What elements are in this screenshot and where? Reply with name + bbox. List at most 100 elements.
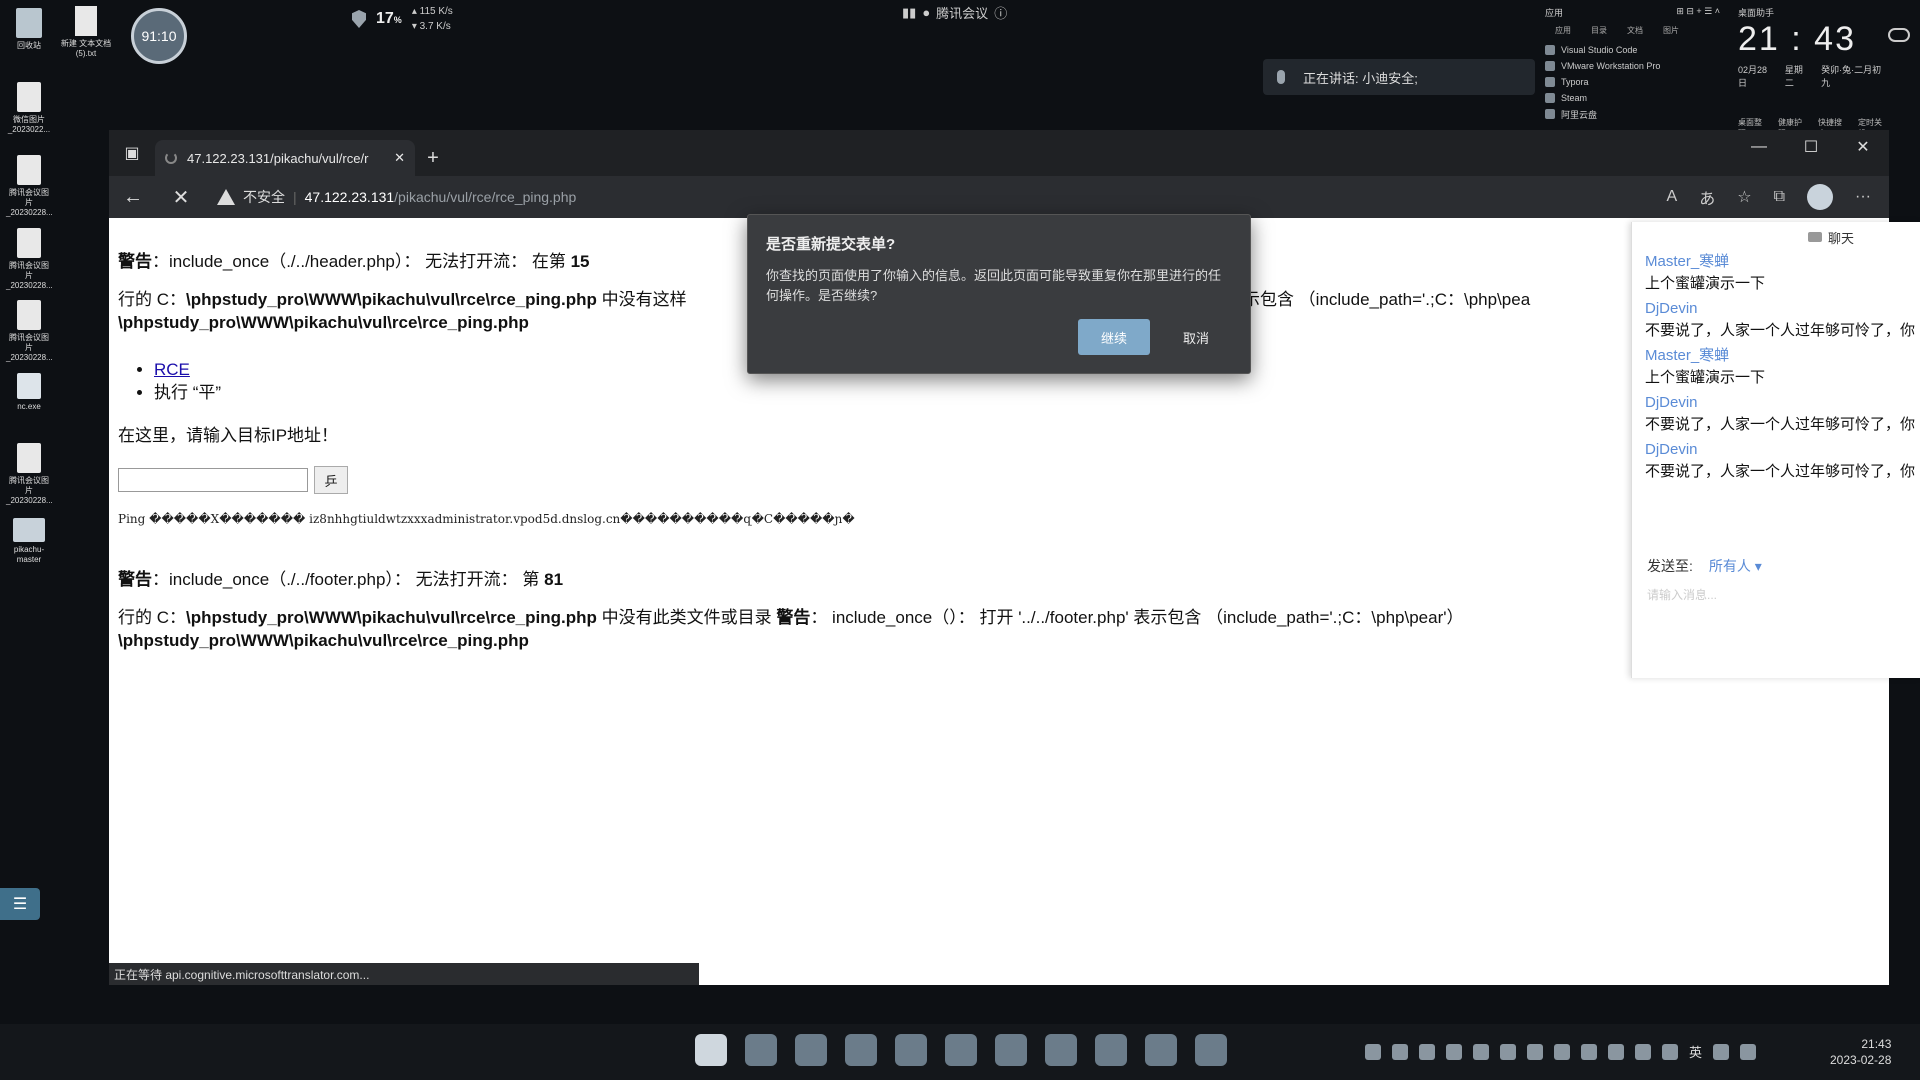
translate-icon[interactable]: あ <box>1699 185 1715 209</box>
send-to: 发送至: 所有人 ▾ <box>1647 558 1762 574</box>
microphone-icon <box>1277 70 1285 84</box>
read-aloud-icon[interactable]: A <box>1667 188 1678 206</box>
desktop-file-icon[interactable]: 腾讯会议图片_20230228... <box>6 443 53 506</box>
tray-icon[interactable] <box>1365 1043 1381 1060</box>
continue-button[interactable]: 继续 <box>1078 319 1150 355</box>
start-icon[interactable] <box>695 1034 727 1066</box>
tray-icon[interactable] <box>1527 1043 1543 1060</box>
warning-line-4: 警告：include_once（./../footer.php）： 无法打开流：… <box>118 570 564 589</box>
taskbar-app-icon[interactable] <box>1045 1034 1077 1066</box>
list-item: 执行 “平” <box>154 381 221 404</box>
mic-tray-icon[interactable] <box>1662 1043 1678 1060</box>
taskbar-app-icon[interactable] <box>895 1034 927 1066</box>
signal-icon: ▮▮ <box>902 4 917 20</box>
tray-icon[interactable] <box>1419 1043 1435 1060</box>
cancel-button[interactable]: 取消 <box>1160 319 1232 355</box>
favorite-icon[interactable]: ☆ <box>1737 187 1751 207</box>
app-vscode[interactable]: Visual Studio Code <box>1545 42 1720 58</box>
app-aliyun[interactable]: 阿里云盘 <box>1545 106 1720 122</box>
chat-message: DjDevin 不要说了，人家一个人过年够可怜了，你 <box>1645 300 1916 339</box>
timer-widget[interactable]: 91:10 <box>131 8 187 64</box>
clock-widget: 桌面助手 21 : 43 02月28日 星期二 癸卯·兔·二月初九 桌面整理 健… <box>1738 6 1888 139</box>
system-tray: 英 <box>1365 1042 1757 1061</box>
close-window-button[interactable]: ✕ <box>1837 130 1889 164</box>
collections-icon[interactable]: ⧉ <box>1774 188 1785 206</box>
speaking-indicator: 正在讲话: 小迪安全; <box>1263 59 1535 95</box>
ime-indicator[interactable]: 英 <box>1689 1042 1702 1061</box>
tray-icon[interactable] <box>1554 1043 1570 1060</box>
ip-prompt: 在这里，请输入目标IP地址！ <box>118 426 339 445</box>
widget-tab[interactable]: 文档 <box>1627 25 1643 36</box>
send-to-dropdown[interactable]: 所有人 ▾ <box>1709 558 1762 574</box>
meeting-dot-icon: ● <box>922 5 931 20</box>
warning-line-6: \phpstudy_pro\WWW\pikachu\vul\rce\rce_pi… <box>118 631 529 650</box>
profile-avatar[interactable] <box>1807 184 1834 210</box>
tray-icon[interactable] <box>1446 1043 1462 1060</box>
desktop-file-icon[interactable]: 腾讯会议图片_20230228... <box>6 228 53 291</box>
widget-tab[interactable]: 图片 <box>1663 25 1679 36</box>
meeting-title[interactable]: ▮▮ ● 腾讯会议 ⓘ <box>902 3 1007 22</box>
dialog-title: 是否重新提交表单? <box>766 236 896 253</box>
steam-icon <box>1545 93 1555 103</box>
tray-icon[interactable] <box>1473 1043 1489 1060</box>
widget-tab[interactable]: 目录 <box>1591 25 1607 36</box>
desktop-file-icon[interactable]: 微信图片_2023022... <box>6 82 52 135</box>
app-vmware[interactable]: VMware Workstation Pro <box>1545 58 1720 74</box>
taskbar-app-icon[interactable] <box>1195 1034 1227 1066</box>
taskbar-app-icon[interactable] <box>1145 1034 1177 1066</box>
warning-line-5: 行的 C：\phpstudy_pro\WWW\pikachu\vul\rce\r… <box>118 608 1464 627</box>
text-file-icon[interactable]: 新建 文本文档 (5).txt <box>58 6 114 59</box>
edge-icon[interactable] <box>795 1034 827 1066</box>
folder-icon[interactable]: pikachu-master <box>6 518 52 565</box>
browser-titlebar: ▣ 47.122.23.131/pikachu/vul/rce/r ✕ + — … <box>109 130 1889 176</box>
chat-message: DjDevin 不要说了，人家一个人过年够可怜了，你 <box>1645 441 1916 480</box>
status-bar: 正在等待 api.cognitive.microsofttranslator.c… <box>109 963 699 985</box>
volume-icon[interactable] <box>1740 1043 1757 1060</box>
taskbar: 英 21:43 2023-02-28 <box>0 1024 1920 1080</box>
tray-icon[interactable] <box>1608 1043 1624 1060</box>
new-tab-button[interactable]: + <box>415 140 451 176</box>
more-icon[interactable]: ··· <box>1855 188 1871 206</box>
chat-input[interactable]: 请输入消息... <box>1647 586 1717 603</box>
taskbar-app-icon[interactable] <box>845 1034 877 1066</box>
taskbar-app-icon[interactable] <box>945 1034 977 1066</box>
network-speed: ▴ 115 K/s ▾ 3.7 K/s <box>411 6 453 32</box>
info-icon[interactable]: ⓘ <box>994 3 1007 22</box>
browser-toolbar: ← ✕ 不安全 | 47.122.23.131/pikachu/vul/rce/… <box>109 176 1889 218</box>
app-steam[interactable]: Steam <box>1545 90 1720 106</box>
tray-icon[interactable] <box>1500 1043 1516 1060</box>
browser-tab[interactable]: 47.122.23.131/pikachu/vul/rce/r ✕ <box>155 140 415 176</box>
maximize-button[interactable]: ☐ <box>1785 130 1837 164</box>
menu-list-icon[interactable]: ☰ <box>0 888 40 920</box>
network-icon[interactable] <box>1713 1043 1730 1060</box>
cloud-icon[interactable] <box>1888 28 1910 42</box>
app-launcher-widget: 应用 ⊞ ⊟ + ☰ ˄ 应用 目录 文档 图片 Visual Studio C… <box>1545 6 1720 122</box>
terminal-icon[interactable] <box>1095 1034 1127 1066</box>
dialog-message: 你查找的页面使用了你输入的信息。返回此页面可能导致重复你在那里进行的任何操作。是… <box>766 268 1222 303</box>
widget-tab[interactable]: 应用 <box>1555 25 1571 36</box>
insecure-label[interactable]: 不安全 <box>243 187 285 207</box>
steam-taskbar-icon[interactable] <box>995 1034 1027 1066</box>
taskbar-clock[interactable]: 21:43 2023-02-28 <box>1830 1036 1891 1068</box>
app-typora[interactable]: Typora <box>1545 74 1720 90</box>
desktop-file-icon[interactable]: 腾讯会议图片_20230228... <box>6 300 53 363</box>
widget-controls[interactable]: ⊞ ⊟ + ☰ ˄ <box>1676 6 1720 19</box>
nc-exe-icon[interactable]: nc.exe <box>6 373 52 412</box>
desktop-file-icon[interactable]: 腾讯会议图片_20230228... <box>6 155 53 218</box>
stop-loading-button[interactable]: ✕ <box>157 176 205 218</box>
address-bar[interactable]: 不安全 | 47.122.23.131/pikachu/vul/rce/rce_… <box>217 181 1667 213</box>
taskbar-app-icon[interactable] <box>745 1034 777 1066</box>
back-button[interactable]: ← <box>109 176 157 218</box>
typora-icon <box>1545 77 1555 87</box>
shield-tray-icon[interactable] <box>1392 1043 1408 1060</box>
tab-actions-icon[interactable]: ▣ <box>109 130 155 176</box>
rce-link[interactable]: RCE <box>154 360 190 379</box>
tray-icon[interactable] <box>1635 1043 1651 1060</box>
recycle-bin-icon[interactable]: 回收站 <box>6 8 52 51</box>
close-tab-icon[interactable]: ✕ <box>394 150 405 166</box>
minimize-button[interactable]: — <box>1733 130 1785 164</box>
ip-input[interactable] <box>118 468 308 492</box>
ping-button[interactable]: 乒 <box>314 466 348 494</box>
nav-list: RCE 执行 “平” <box>154 358 221 404</box>
tray-icon[interactable] <box>1581 1043 1597 1060</box>
